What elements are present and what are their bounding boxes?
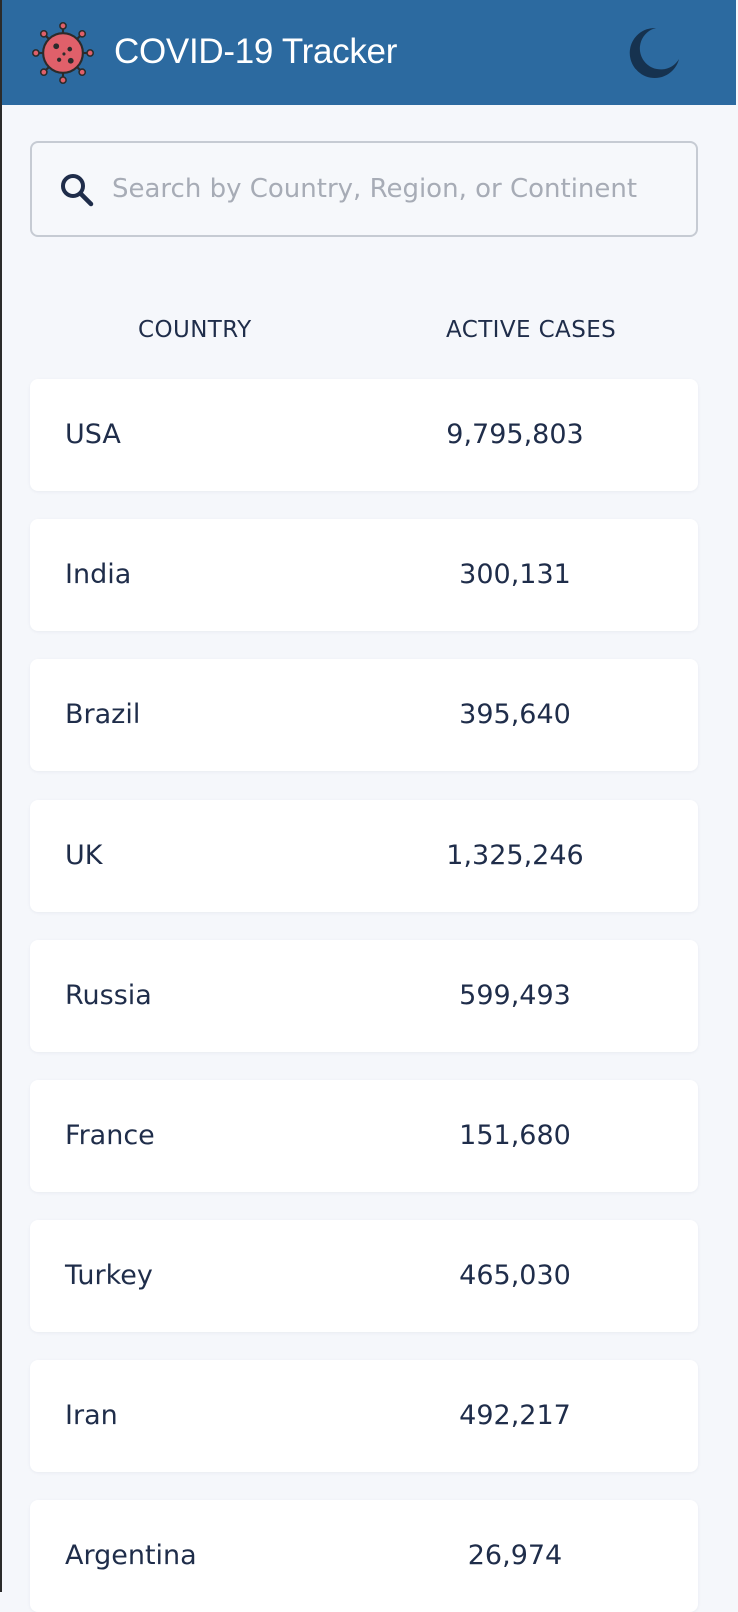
country-name: Iran <box>65 1400 118 1431</box>
table-row[interactable]: Iran 492,217 <box>30 1360 698 1472</box>
country-name: Turkey <box>65 1260 153 1291</box>
table-row[interactable]: USA 9,795,803 <box>30 379 698 491</box>
active-cases-value: 9,795,803 <box>446 419 584 450</box>
search-icon <box>61 174 94 207</box>
search-bar <box>30 141 698 237</box>
table-row[interactable]: Turkey 465,030 <box>30 1220 698 1332</box>
table-row[interactable]: France 151,680 <box>30 1080 698 1192</box>
country-name: USA <box>65 419 121 450</box>
country-name: France <box>65 1120 155 1151</box>
country-name: India <box>65 559 132 590</box>
column-header-country[interactable]: COUNTRY <box>138 314 252 346</box>
app-header: COVID-19 Tracker <box>2 0 736 105</box>
country-name: UK <box>65 840 103 871</box>
search-input[interactable] <box>112 163 687 215</box>
window-edge <box>0 0 2 1592</box>
country-name: Russia <box>65 980 152 1011</box>
active-cases-value: 300,131 <box>459 559 571 590</box>
column-header-active-cases[interactable]: ACTIVE CASES <box>446 314 616 346</box>
active-cases-value: 492,217 <box>459 1400 571 1431</box>
table-row[interactable]: Brazil 395,640 <box>30 659 698 771</box>
moon-icon[interactable] <box>626 25 682 81</box>
app-title: COVID-19 Tracker <box>114 32 398 71</box>
country-name: Brazil <box>65 699 141 730</box>
table-row[interactable]: India 300,131 <box>30 519 698 631</box>
active-cases-value: 395,640 <box>459 699 571 730</box>
active-cases-value: 26,974 <box>467 1540 563 1571</box>
active-cases-value: 599,493 <box>459 980 571 1011</box>
active-cases-value: 1,325,246 <box>446 840 584 871</box>
virus-icon <box>32 22 94 84</box>
table-row[interactable]: UK 1,325,246 <box>30 800 698 912</box>
table-row[interactable]: Russia 599,493 <box>30 940 698 1052</box>
country-name: Argentina <box>65 1540 197 1571</box>
active-cases-value: 465,030 <box>459 1260 571 1291</box>
table-row[interactable]: Argentina 26,974 <box>30 1500 698 1612</box>
active-cases-value: 151,680 <box>459 1120 571 1151</box>
